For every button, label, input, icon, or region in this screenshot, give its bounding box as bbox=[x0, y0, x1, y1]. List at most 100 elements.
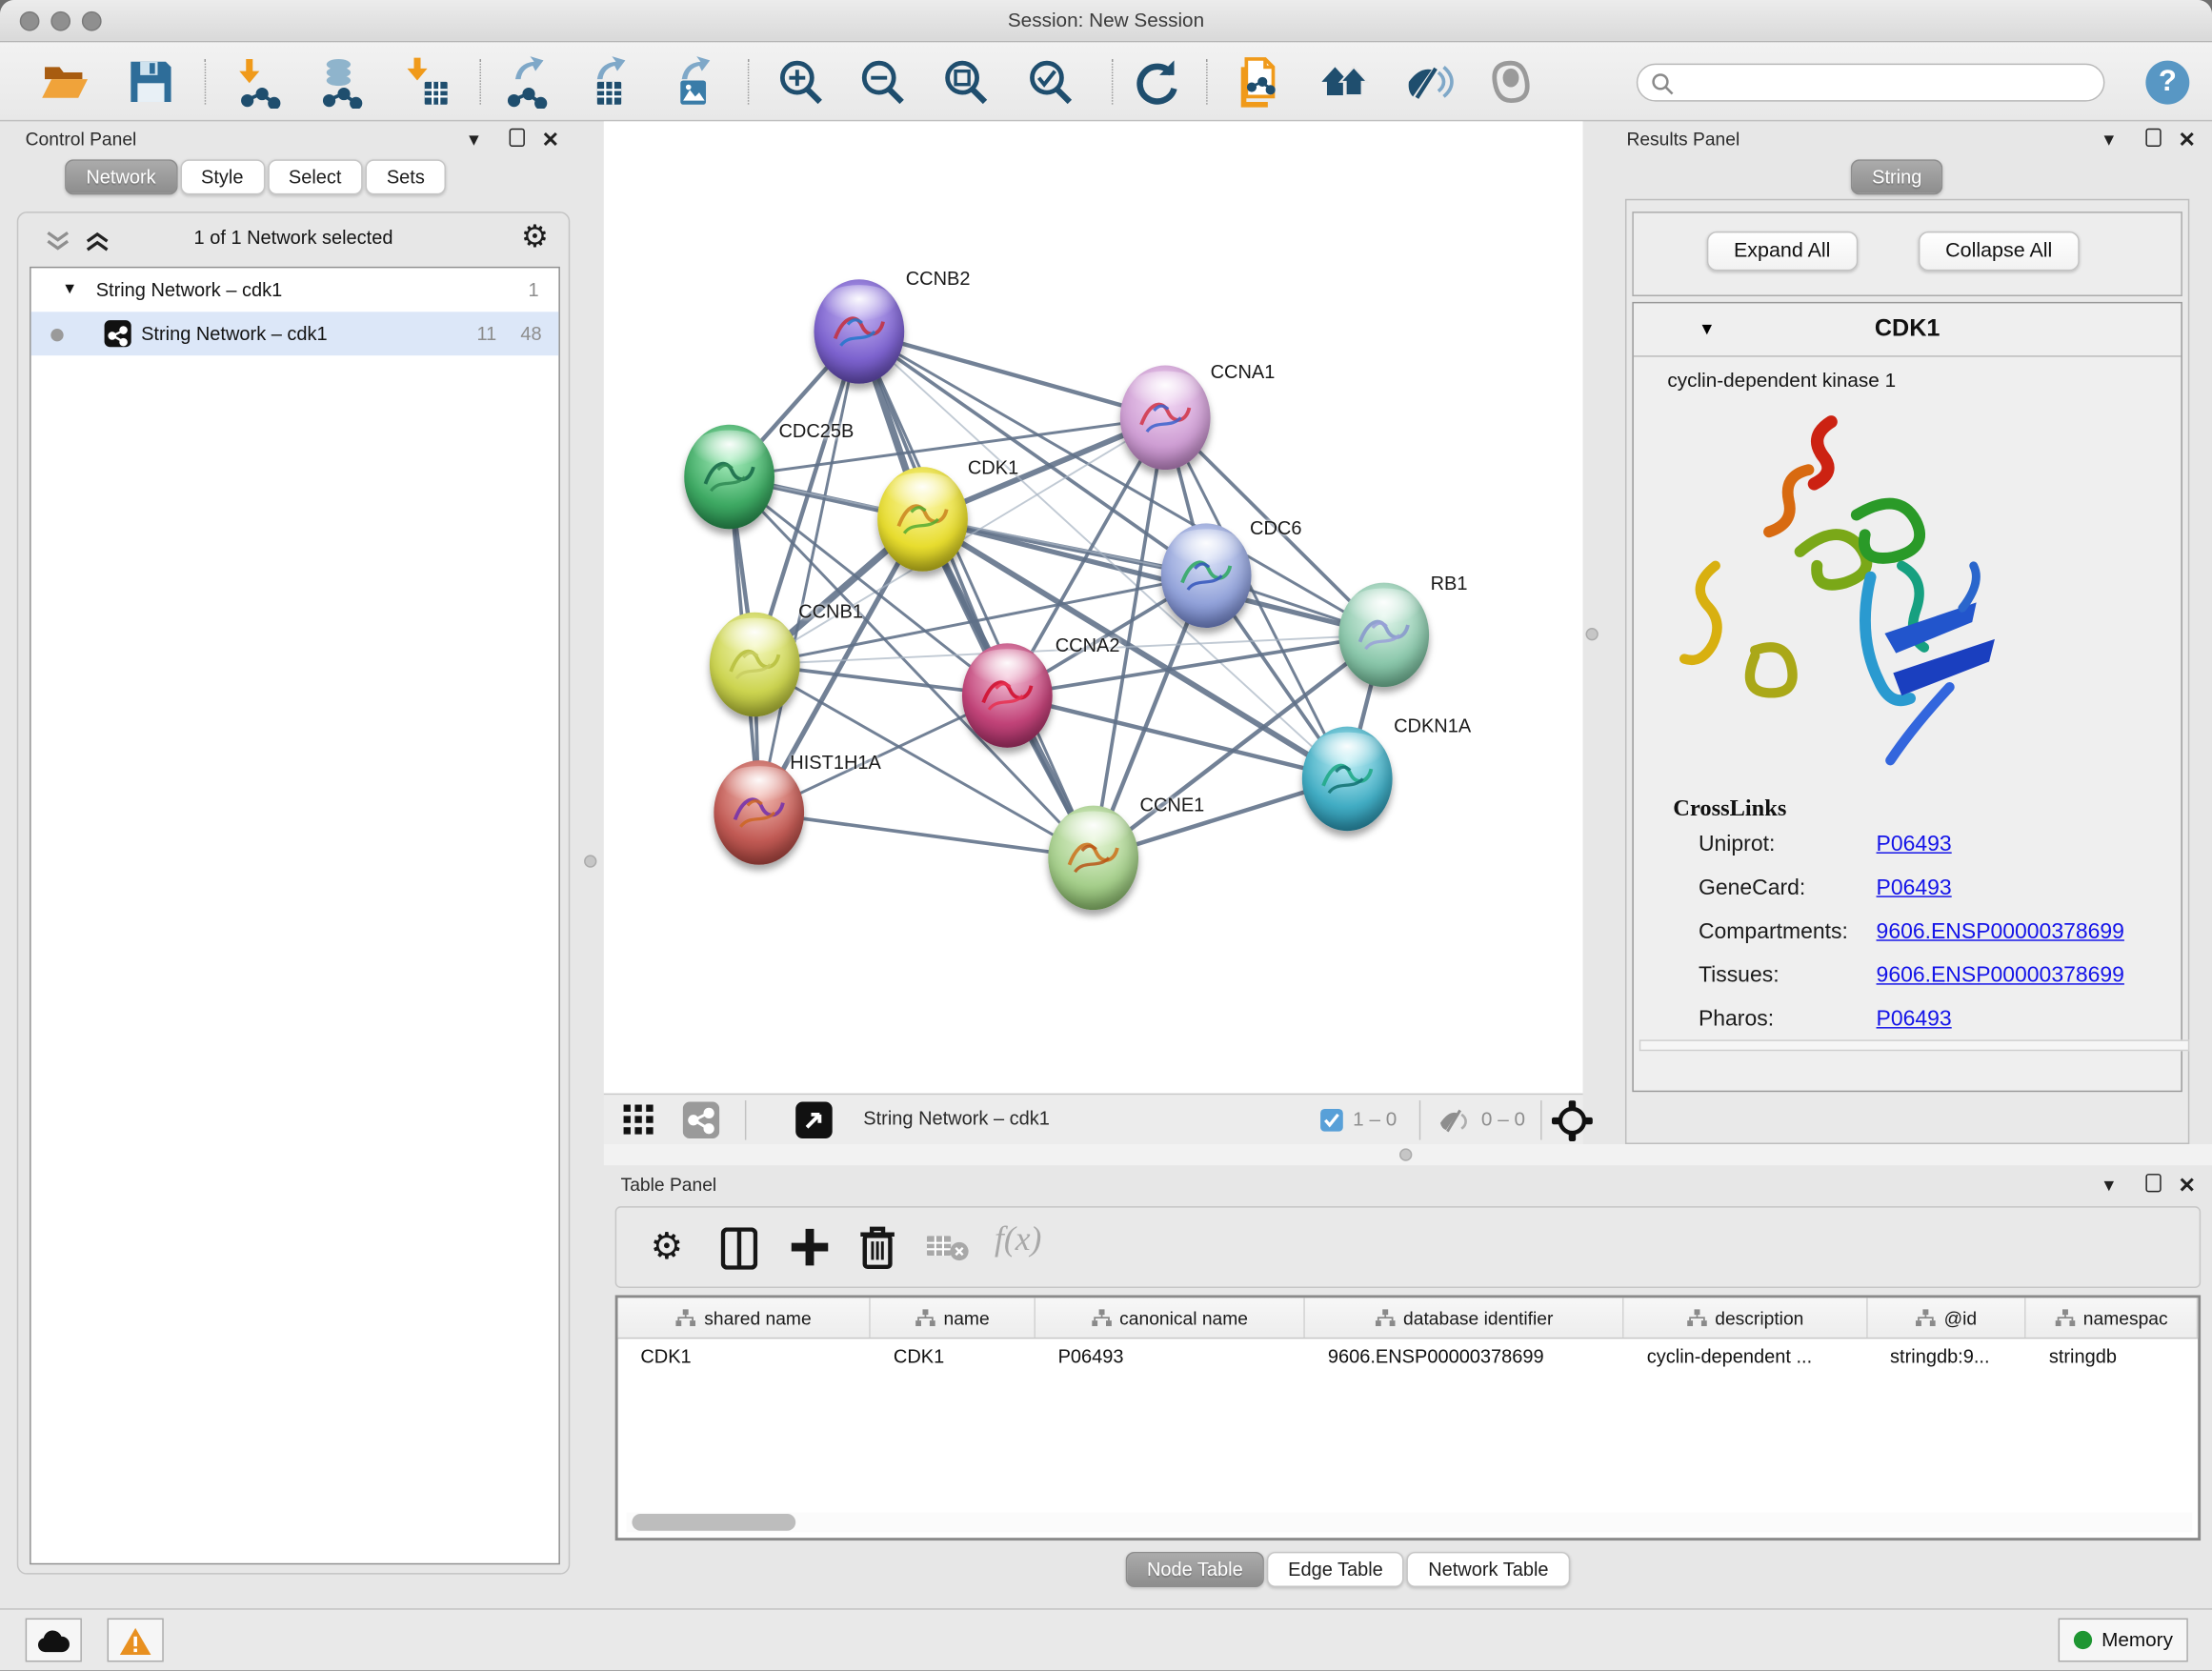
column-header-shared-name[interactable]: shared name bbox=[618, 1298, 872, 1337]
network-options-gear-icon[interactable]: ⚙ bbox=[521, 219, 549, 256]
table-row[interactable]: CDK1CDK1P064939606.ENSP00000378699cyclin… bbox=[618, 1339, 2199, 1377]
table-panel-float-icon[interactable] bbox=[2145, 1174, 2161, 1192]
tab-select[interactable]: Select bbox=[268, 159, 363, 194]
collection-caret-icon[interactable]: ▼ bbox=[62, 268, 77, 312]
edge-HIST1H1A-CCNE1[interactable] bbox=[759, 813, 1094, 857]
import-network-database-icon[interactable] bbox=[312, 55, 365, 109]
tab-sets[interactable]: Sets bbox=[366, 159, 446, 194]
column-header-label: @id bbox=[1944, 1307, 1978, 1328]
column-header-id[interactable]: @id bbox=[1867, 1298, 2026, 1337]
memory-label: Memory bbox=[2101, 1628, 2173, 1651]
tab-style[interactable]: Style bbox=[180, 159, 265, 194]
table-body: CDK1CDK1P064939606.ENSP00000378699cyclin… bbox=[618, 1339, 2199, 1377]
export-network-icon[interactable] bbox=[496, 55, 550, 109]
column-header-database-identifier[interactable]: database identifier bbox=[1305, 1298, 1624, 1337]
crosslink-value-link[interactable]: P06493 bbox=[1877, 876, 1952, 902]
crosslink-value-link[interactable]: 9606.ENSP00000378699 bbox=[1877, 963, 2124, 989]
network-node-CCNE1[interactable] bbox=[1048, 806, 1138, 911]
cell-description: cyclin-dependent ... bbox=[1624, 1339, 1867, 1377]
network-node-CDKN1A[interactable] bbox=[1302, 727, 1393, 832]
memory-button[interactable]: Memory bbox=[2059, 1619, 2188, 1662]
network-row[interactable]: String Network – cdk1 11 48 bbox=[31, 312, 559, 355]
network-node-RB1[interactable] bbox=[1338, 583, 1429, 688]
show-columns-icon[interactable] bbox=[721, 1227, 758, 1269]
open-file-icon[interactable] bbox=[38, 55, 91, 109]
help-button[interactable]: ? bbox=[2145, 61, 2189, 105]
horizontal-splitter[interactable] bbox=[604, 1144, 2212, 1165]
search-input[interactable] bbox=[1637, 64, 2105, 102]
string-settings-icon[interactable] bbox=[683, 1102, 720, 1139]
node-label-CDC25B: CDC25B bbox=[778, 420, 854, 441]
zoom-in-icon[interactable] bbox=[774, 55, 827, 109]
zoom-selected-icon[interactable] bbox=[1023, 55, 1076, 109]
network-node-CDC25B[interactable] bbox=[684, 425, 774, 530]
open-in-window-icon[interactable] bbox=[795, 1102, 833, 1139]
houses-icon[interactable] bbox=[1317, 55, 1371, 109]
zoom-out-icon[interactable] bbox=[855, 55, 908, 109]
hide-details-icon[interactable] bbox=[1401, 55, 1455, 109]
birdseye-grid-icon[interactable] bbox=[624, 1105, 655, 1137]
network-canvas[interactable]: CCNB2 CCNA1 CDC25B CDK1 CDC6 RB1 CCNB1 bbox=[604, 121, 1583, 1093]
network-node-CDC6[interactable] bbox=[1161, 523, 1252, 628]
tab-network-table[interactable]: Network Table bbox=[1407, 1552, 1570, 1587]
left-splitter-handle[interactable] bbox=[584, 855, 596, 867]
network-node-CCNA1[interactable] bbox=[1120, 366, 1211, 471]
table-settings-gear-icon[interactable]: ⚙ bbox=[651, 1224, 684, 1268]
horizontal-splitter-handle[interactable] bbox=[1399, 1148, 1412, 1160]
warning-button[interactable] bbox=[108, 1619, 164, 1662]
column-header-description[interactable]: description bbox=[1624, 1298, 1867, 1337]
network-from-selection-icon[interactable] bbox=[1233, 55, 1286, 109]
hidden-node-edge-counts: 0 – 0 bbox=[1481, 1107, 1525, 1130]
column-header-namespac[interactable]: namespac bbox=[2026, 1298, 2198, 1337]
right-splitter-handle[interactable] bbox=[1585, 628, 1598, 640]
results-scrollbar[interactable] bbox=[1639, 1039, 2190, 1051]
column-header-name[interactable]: name bbox=[871, 1298, 1036, 1337]
results-panel-close-icon[interactable]: ✕ bbox=[2178, 127, 2196, 152]
network-collection-row[interactable]: ▼ String Network – cdk1 1 bbox=[31, 268, 559, 312]
crosslink-value-link[interactable]: 9606.ENSP00000378699 bbox=[1877, 920, 2124, 946]
network-node-HIST1H1A[interactable] bbox=[714, 760, 804, 865]
edge-CCNB2-HIST1H1A[interactable] bbox=[759, 332, 859, 813]
fit-selected-crosshair-icon[interactable] bbox=[1552, 1100, 1593, 1141]
import-table-icon[interactable] bbox=[398, 55, 452, 109]
cloud-button[interactable] bbox=[26, 1619, 82, 1662]
gene-entry-header[interactable]: ▼ CDK1 bbox=[1634, 303, 2182, 356]
refresh-icon[interactable] bbox=[1129, 55, 1182, 109]
control-panel-collapse-icon[interactable]: ▼ bbox=[466, 130, 483, 150]
function-builder-icon: f(x) bbox=[995, 1221, 1041, 1259]
tab-string[interactable]: String bbox=[1851, 159, 1943, 194]
column-header-canonical-name[interactable]: canonical name bbox=[1036, 1298, 1305, 1337]
crosslink-row-uniprot: Uniprot:P06493 bbox=[1634, 825, 2182, 869]
delete-column-icon[interactable] bbox=[859, 1224, 896, 1269]
network-node-CCNB2[interactable] bbox=[814, 279, 904, 384]
tab-node-table[interactable]: Node Table bbox=[1126, 1552, 1264, 1587]
edge-CCNB2-CCNE1[interactable] bbox=[859, 332, 1094, 857]
table-hscrollbar-thumb[interactable] bbox=[632, 1514, 795, 1531]
expand-all-button[interactable]: Expand All bbox=[1707, 232, 1858, 271]
export-table-icon[interactable] bbox=[578, 55, 632, 109]
crosslink-value-link[interactable]: P06493 bbox=[1877, 833, 1952, 858]
network-node-CCNA2[interactable] bbox=[962, 643, 1053, 748]
control-panel-float-icon[interactable] bbox=[510, 129, 525, 147]
zoom-fit-icon[interactable] bbox=[938, 55, 992, 109]
export-image-icon[interactable] bbox=[663, 55, 716, 109]
network-node-CDK1[interactable] bbox=[877, 467, 968, 572]
delete-table-icon bbox=[927, 1236, 969, 1261]
tab-network[interactable]: Network bbox=[65, 159, 177, 194]
table-panel-close-icon[interactable]: ✕ bbox=[2178, 1173, 2196, 1198]
toolbar-separator bbox=[748, 59, 749, 104]
add-column-icon[interactable] bbox=[789, 1226, 831, 1268]
table-panel-collapse-icon[interactable]: ▼ bbox=[2101, 1176, 2118, 1196]
crosslinks-list: Uniprot:P06493GeneCard:P06493Compartment… bbox=[1634, 825, 2182, 1044]
control-panel-close-icon[interactable]: ✕ bbox=[542, 127, 560, 152]
crosslink-value-link[interactable]: P06493 bbox=[1877, 1007, 1952, 1033]
collapse-all-button[interactable]: Collapse All bbox=[1919, 232, 2079, 271]
save-session-icon[interactable] bbox=[124, 55, 177, 109]
results-panel-collapse-icon[interactable]: ▼ bbox=[2101, 130, 2118, 150]
show-details-icon[interactable] bbox=[1484, 55, 1538, 109]
selected-checkbox-icon[interactable] bbox=[1320, 1109, 1343, 1132]
network-node-CCNB1[interactable] bbox=[710, 613, 800, 717]
import-network-file-icon[interactable] bbox=[230, 55, 283, 109]
tab-edge-table[interactable]: Edge Table bbox=[1267, 1552, 1404, 1587]
results-panel-float-icon[interactable] bbox=[2145, 129, 2161, 147]
